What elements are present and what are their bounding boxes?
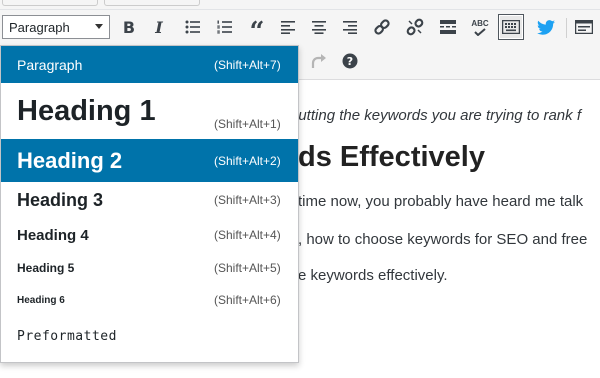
quote-icon: “ [249,17,265,47]
bulleted-list-button[interactable] [180,14,206,40]
menu-item-shortcut: (Shift+Alt+1) [214,117,281,131]
redo-icon [311,54,326,68]
format-select[interactable]: Paragraph [2,15,110,39]
read-more-icon [440,20,456,34]
menu-item-label: Heading 1 [17,94,156,127]
toolbar-toggle-button[interactable] [498,14,524,40]
menu-item-label: Preformatted [17,328,117,344]
content-paragraph: time now, you probably have heard me tal… [298,193,584,210]
numbered-list-button[interactable] [212,14,238,40]
remove-link-button[interactable] [402,14,428,40]
menu-item-shortcut: (Shift+Alt+4) [214,228,281,242]
content-paragraph: e keywords effectively. [298,267,448,284]
help-icon: ? [342,53,358,69]
read-more-button[interactable] [435,14,461,40]
menu-item-shortcut: (Shift+Alt+3) [214,193,281,207]
menu-item-label: Paragraph [17,56,83,73]
menu-item-shortcut: (Shift+Alt+6) [214,293,281,307]
chevron-down-icon [95,24,103,29]
italic-button[interactable]: I [146,14,172,40]
menu-item-preformatted[interactable]: Preformatted [1,318,298,354]
form-button[interactable] [571,14,597,40]
content-paragraph: , how to choose keywords for SEO and fre… [298,231,588,248]
italic-icon: I [155,17,163,37]
toolbar-separator [566,18,567,38]
menu-item-label: Heading 2 [17,147,123,173]
toolbar-row-1: Paragraph B I “ ABC [0,10,600,45]
menu-item-label: Heading 6 [17,294,65,306]
keyboard-icon [502,20,520,34]
bold-icon: B [122,17,136,37]
menu-item-label: Heading 3 [17,189,104,210]
unlink-icon [406,18,424,36]
redo-button[interactable] [306,48,332,74]
svg-text:?: ? [347,55,353,68]
format-dropdown-menu: Paragraph (Shift+Alt+7) Heading 1 (Shift… [0,45,299,363]
menu-item-shortcut: (Shift+Alt+5) [214,261,281,275]
align-center-button[interactable] [306,14,332,40]
bold-button[interactable]: B [116,14,142,40]
align-left-button[interactable] [275,14,301,40]
format-select-value: Paragraph [9,19,70,35]
align-right-button[interactable] [337,14,363,40]
spellcheck-button[interactable]: ABC [467,14,493,40]
menu-item-heading-3[interactable]: Heading 3 (Shift+Alt+3) [1,182,298,218]
bulleted-list-icon [185,20,200,34]
numbered-list-icon [217,20,232,34]
menu-item-label: Heading 4 [17,226,89,244]
twitter-button[interactable] [533,14,559,40]
align-center-icon [312,21,326,34]
menu-item-label: Heading 5 [17,261,75,275]
insert-link-button[interactable] [369,14,395,40]
menu-item-heading-1[interactable]: Heading 1 (Shift+Alt+1) [1,83,298,139]
menu-item-heading-6[interactable]: Heading 6 (Shift+Alt+6) [1,284,298,316]
content-heading: ds Effectively [298,141,485,173]
align-right-icon [343,21,357,34]
check-icon [474,27,486,36]
align-left-icon [281,21,295,34]
content-italic-line: putting the keywords you are trying to r… [290,107,581,124]
tab-stub[interactable] [104,0,200,6]
help-button[interactable]: ? [337,48,363,74]
spellcheck-label: ABC [471,18,489,28]
form-icon [575,20,593,34]
tab-stub[interactable] [2,0,98,6]
top-tab-strip [0,0,600,10]
menu-item-heading-2[interactable]: Heading 2 (Shift+Alt+2) [1,139,298,182]
menu-item-heading-4[interactable]: Heading 4 (Shift+Alt+4) [1,218,298,252]
twitter-icon [537,19,555,35]
link-icon [374,19,390,35]
menu-item-shortcut: (Shift+Alt+2) [214,153,281,168]
blockquote-button[interactable]: “ [244,14,270,45]
menu-item-shortcut: (Shift+Alt+7) [214,57,281,72]
menu-item-heading-5[interactable]: Heading 5 (Shift+Alt+5) [1,252,298,284]
menu-item-paragraph[interactable]: Paragraph (Shift+Alt+7) [1,46,298,83]
